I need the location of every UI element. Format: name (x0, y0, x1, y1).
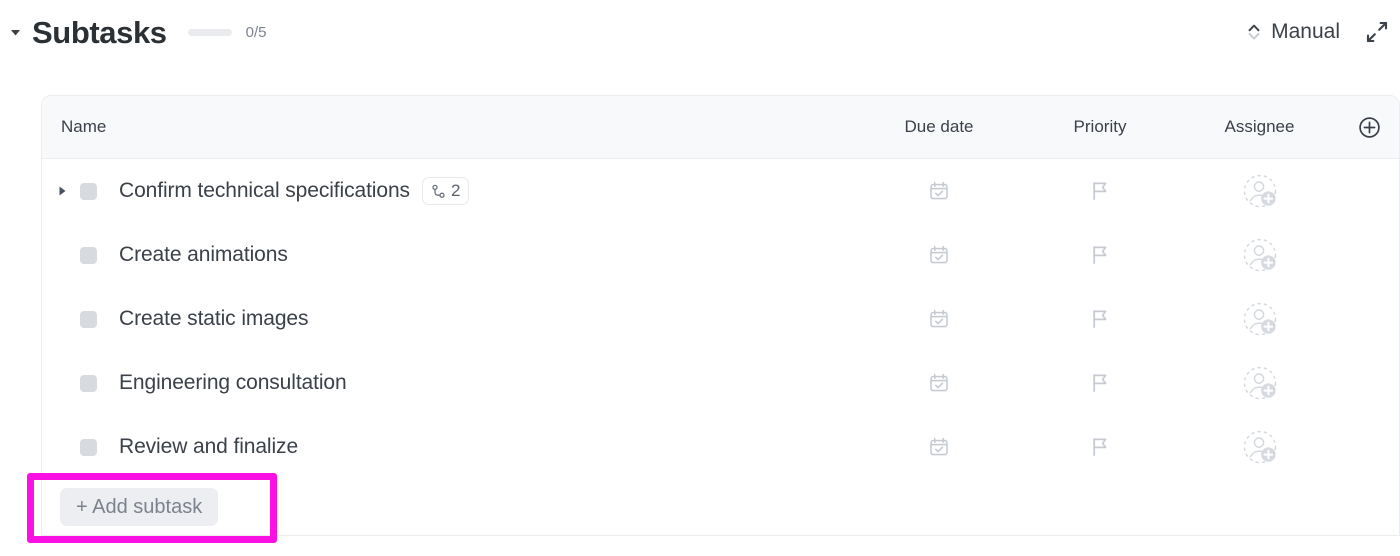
row-task-name: Create static images (119, 307, 309, 330)
caret-down-icon (10, 29, 20, 35)
flag-icon (1093, 245, 1107, 265)
row-due-date-cell[interactable] (858, 372, 1020, 394)
calendar-check-icon (930, 181, 948, 200)
table-row[interactable]: Confirm technical specifications 2 (42, 159, 1399, 223)
row-assignee-cell[interactable] (1180, 172, 1339, 210)
row-assignee-cell[interactable] (1180, 300, 1339, 338)
row-name-cell: Engineering consultation (42, 371, 858, 395)
flag-icon (1093, 373, 1107, 393)
collapse-section-toggle[interactable] (4, 21, 26, 43)
row-checkbox[interactable] (80, 182, 97, 200)
row-priority-cell[interactable] (1020, 180, 1180, 202)
add-assignee-icon (1243, 366, 1276, 400)
add-assignee-icon (1243, 302, 1276, 336)
row-assignee-cell[interactable] (1180, 364, 1339, 402)
add-subtask-button[interactable]: + Add subtask (60, 488, 219, 526)
expand-panel-button[interactable] (1366, 21, 1388, 43)
table-header-row: Name Due date Priority Assignee (42, 96, 1399, 159)
row-task-name: Confirm technical specifications (119, 179, 410, 202)
section-header: Subtasks 0/5 Manual (0, 0, 1400, 64)
row-priority-cell[interactable] (1020, 436, 1180, 458)
column-header-priority[interactable]: Priority (1020, 117, 1180, 137)
column-header-assignee[interactable]: Assignee (1180, 117, 1339, 137)
row-subtask-count-badge[interactable]: 2 (421, 177, 470, 205)
row-checkbox[interactable] (80, 246, 97, 264)
table-footer (41, 470, 1400, 536)
row-task-name: Engineering consultation (119, 371, 347, 394)
sort-mode-button[interactable]: Manual (1246, 20, 1340, 44)
page-title: Subtasks (32, 14, 167, 50)
calendar-check-icon (930, 245, 948, 264)
caret-right-icon (59, 186, 65, 196)
flag-icon (1093, 437, 1107, 457)
row-subtask-count: 2 (450, 181, 461, 200)
plus-circle-icon (1358, 116, 1380, 138)
subtask-branch-icon (432, 184, 445, 198)
header-actions: Manual (1246, 20, 1400, 44)
column-header-name[interactable]: Name (42, 117, 858, 137)
flag-icon (1093, 181, 1107, 201)
row-priority-cell[interactable] (1020, 244, 1180, 266)
table-row[interactable]: Create animations (42, 223, 1399, 287)
row-task-name: Create animations (119, 243, 288, 266)
calendar-check-icon (930, 309, 948, 328)
row-due-date-cell[interactable] (858, 308, 1020, 330)
row-priority-cell[interactable] (1020, 308, 1180, 330)
row-assignee-cell[interactable] (1180, 428, 1339, 466)
row-checkbox[interactable] (80, 310, 97, 328)
column-header-due-date[interactable]: Due date (858, 117, 1020, 137)
table-row[interactable]: Create static images (42, 287, 1399, 351)
flag-icon (1093, 309, 1107, 329)
row-checkbox[interactable] (80, 438, 97, 456)
table-row[interactable]: Engineering consultation (42, 351, 1399, 415)
add-assignee-icon (1243, 238, 1276, 272)
row-assignee-cell[interactable] (1180, 236, 1339, 274)
row-checkbox[interactable] (80, 374, 97, 392)
progress-count: 0/5 (245, 23, 267, 41)
expand-arrows-icon (1366, 21, 1388, 43)
row-name-cell: Create static images (42, 307, 858, 331)
row-due-date-cell[interactable] (858, 180, 1020, 202)
row-name-cell: Review and finalize (42, 435, 858, 459)
subtasks-panel: Subtasks 0/5 Manual Name Due date Priori… (0, 0, 1400, 556)
subtasks-table: Name Due date Priority Assignee Confirm … (41, 95, 1400, 479)
calendar-check-icon (930, 437, 948, 456)
sort-chevrons-icon (1248, 24, 1260, 40)
row-name-cell: Create animations (42, 243, 858, 267)
row-due-date-cell[interactable] (858, 244, 1020, 266)
progress-bar (187, 28, 232, 36)
row-due-date-cell[interactable] (858, 436, 1020, 458)
calendar-check-icon (930, 373, 948, 392)
row-name-cell: Confirm technical specifications 2 (42, 177, 858, 205)
row-task-name: Review and finalize (119, 435, 299, 458)
add-assignee-icon (1243, 430, 1276, 464)
row-disclosure-toggle[interactable] (54, 183, 70, 199)
add-assignee-icon (1243, 174, 1276, 208)
sort-mode-label: Manual (1271, 20, 1340, 43)
add-column-button[interactable] (1339, 116, 1399, 139)
row-priority-cell[interactable] (1020, 372, 1180, 394)
